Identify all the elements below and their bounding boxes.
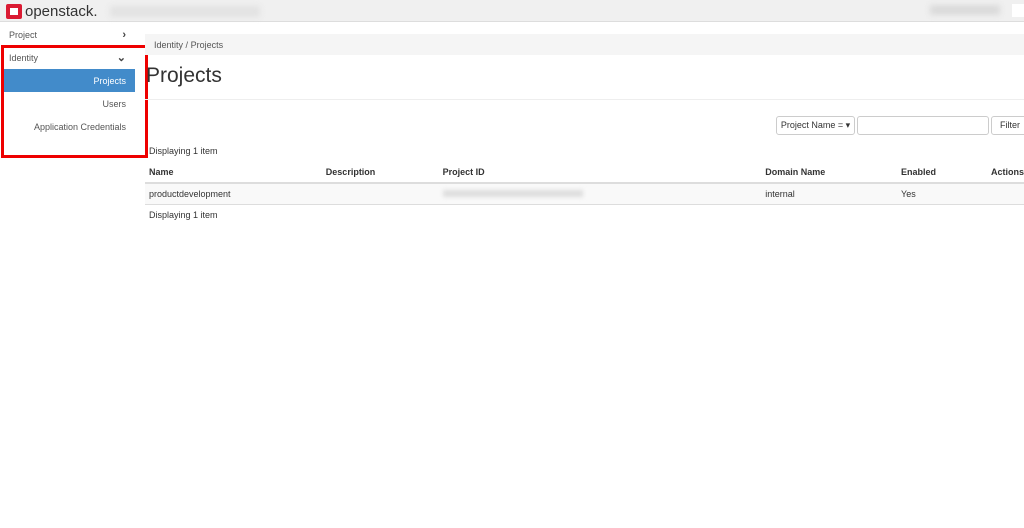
filter-field-select[interactable]: Project Name = ▾ xyxy=(776,116,855,135)
col-project-id[interactable]: Project ID xyxy=(438,161,762,184)
project-name-link[interactable]: productdevelopment xyxy=(145,183,322,205)
project-selector-redacted[interactable] xyxy=(110,6,260,17)
col-domain-name[interactable]: Domain Name xyxy=(761,161,898,184)
row-actions xyxy=(986,183,1024,205)
openstack-logo[interactable]: openstack. xyxy=(6,3,98,20)
domain-name: internal xyxy=(761,183,898,205)
top-navbar: openstack. xyxy=(0,0,1024,22)
filter-button[interactable]: Filter xyxy=(991,116,1024,135)
breadcrumb-identity[interactable]: Identity xyxy=(154,40,183,50)
filter-input[interactable] xyxy=(857,116,989,135)
user-menu-button[interactable] xyxy=(1012,4,1024,17)
projects-table: Name Description Project ID Domain Name … xyxy=(145,161,1024,205)
sidebar-label: Project xyxy=(9,29,38,40)
col-enabled[interactable]: Enabled xyxy=(897,161,987,184)
item-count-top: Displaying 1 item xyxy=(149,146,218,156)
breadcrumb-separator: / xyxy=(185,40,189,50)
page-title: Projects xyxy=(146,64,222,87)
user-menu-redacted[interactable] xyxy=(930,5,1000,15)
brand-text: openstack. xyxy=(25,3,98,20)
col-description[interactable]: Description xyxy=(321,161,439,184)
item-count-bottom: Displaying 1 item xyxy=(149,210,218,220)
chevron-right-icon: › xyxy=(122,28,126,41)
sidebar: Project › Identity ⌄ Projects Users Applic… xyxy=(0,23,140,138)
project-id-redacted xyxy=(438,183,762,205)
openstack-logo-icon xyxy=(6,4,22,19)
project-description xyxy=(321,183,439,205)
sidebar-label: Identity xyxy=(9,52,39,63)
col-actions: Actions xyxy=(986,161,1024,184)
col-name[interactable]: Name xyxy=(145,161,322,184)
breadcrumb: Identity / Projects xyxy=(145,34,1024,55)
sidebar-item-application-credentials[interactable]: Application Credentials xyxy=(3,115,135,138)
table-row: productdevelopment internal Yes xyxy=(145,183,1024,205)
sidebar-item-identity[interactable]: Identity ⌄ xyxy=(0,46,140,69)
enabled-value: Yes xyxy=(897,183,987,205)
divider xyxy=(145,99,1024,100)
breadcrumb-projects: Projects xyxy=(190,40,224,50)
chevron-down-icon: ⌄ xyxy=(116,52,126,64)
table-header-row: Name Description Project ID Domain Name … xyxy=(145,161,1024,184)
sidebar-item-projects[interactable]: Projects xyxy=(3,69,135,92)
sidebar-item-users[interactable]: Users xyxy=(3,92,135,115)
sidebar-item-project[interactable]: Project › xyxy=(0,23,140,46)
